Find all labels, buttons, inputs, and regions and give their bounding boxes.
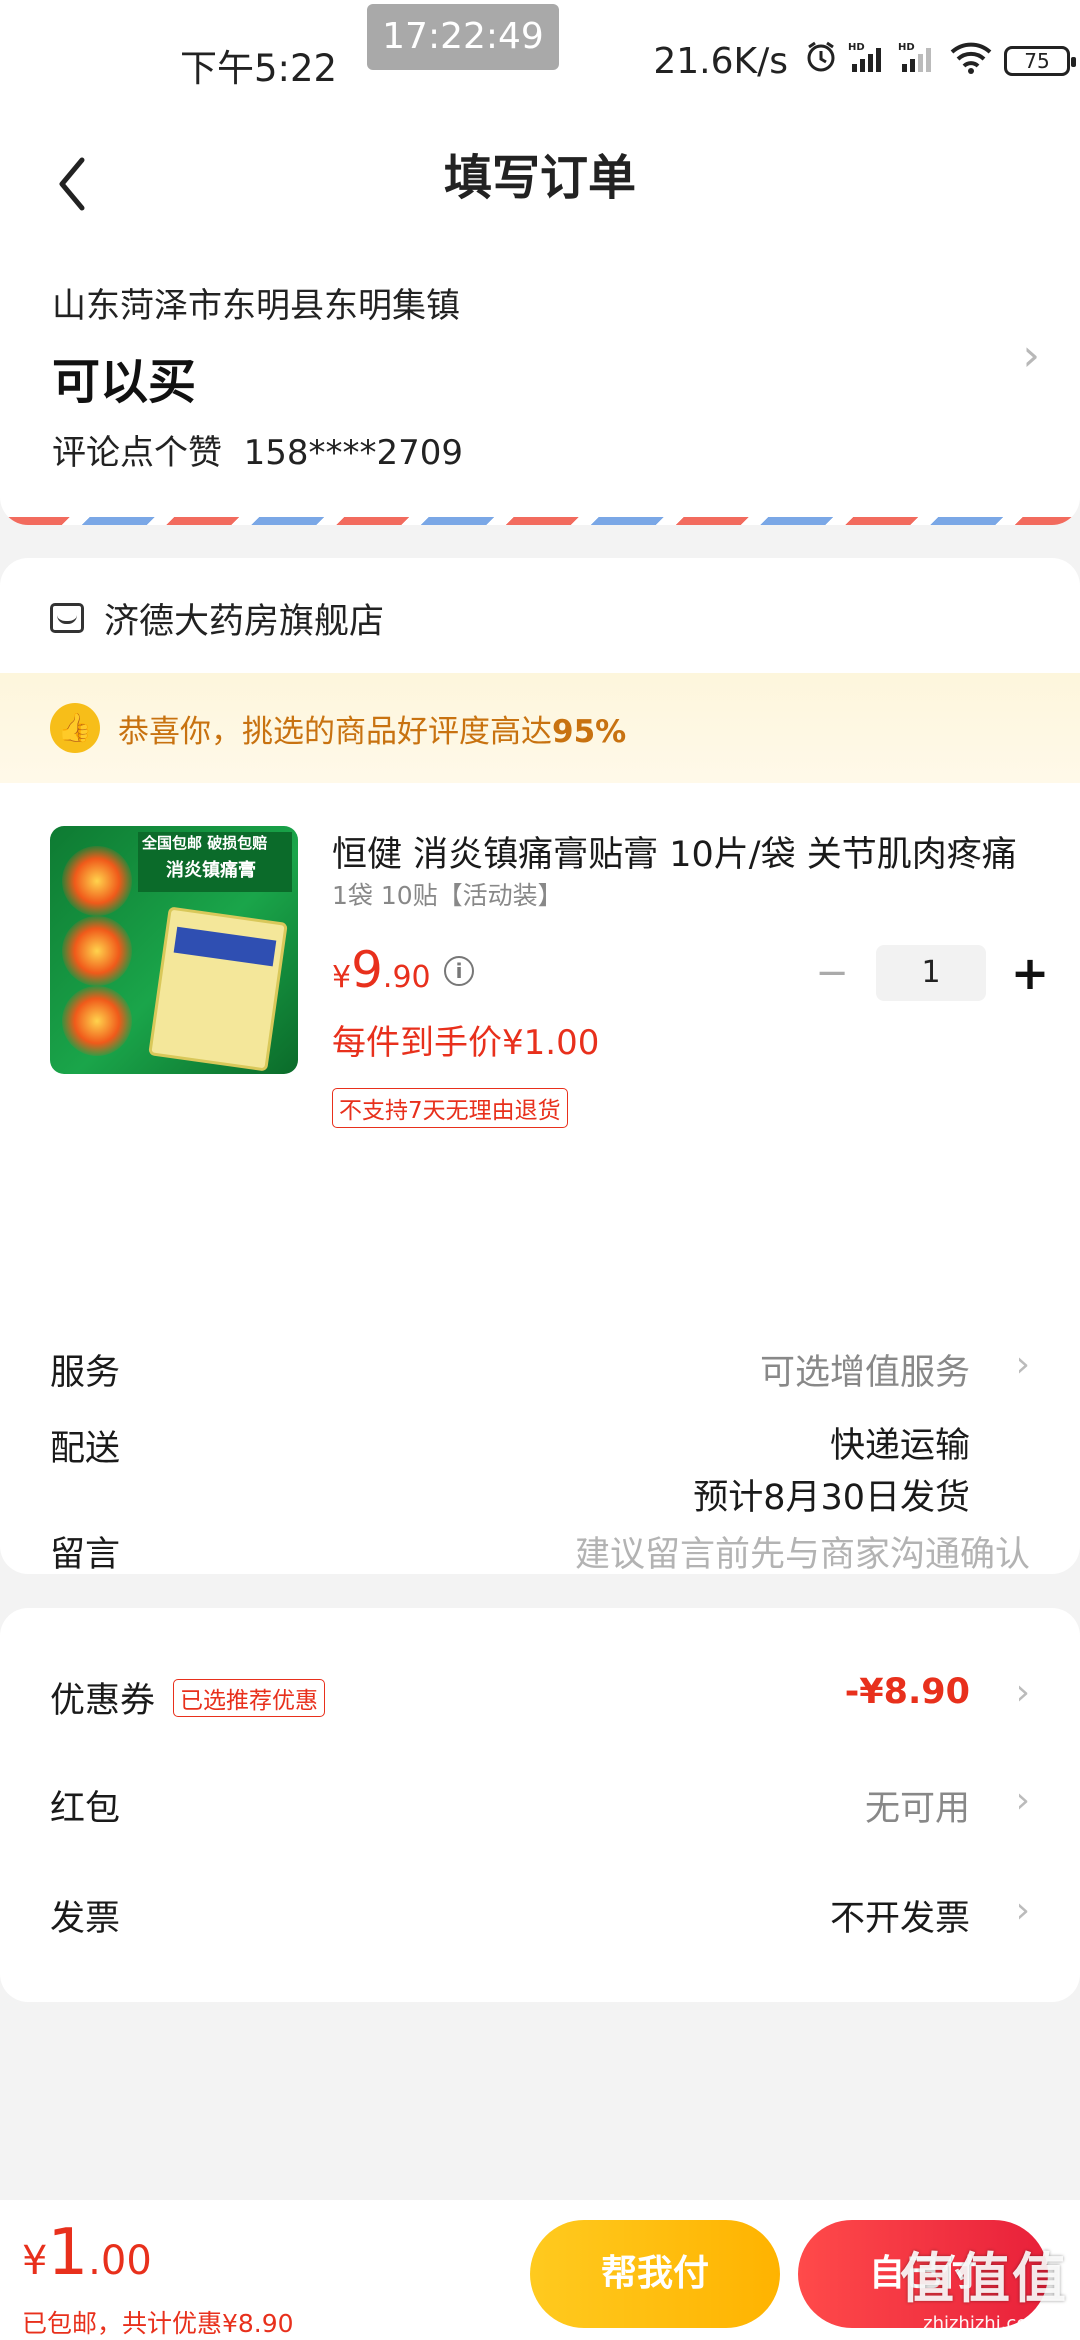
coupon-label: 优惠券 — [50, 1681, 156, 1721]
delivery-label: 配送 — [50, 1429, 121, 1469]
bottom-bar: ¥1.00 已包邮，共计优惠¥8.90 帮我付 自己付 — [0, 2200, 1080, 2340]
product-title[interactable]: 恒健 消炎镇痛膏贴膏 10片/袋 关节肌肉疼痛 — [332, 826, 1032, 877]
product-image[interactable]: 全国包邮 破损包赔 消炎镇痛膏 — [50, 826, 298, 1074]
store-icon — [50, 603, 84, 633]
chevron-right-icon: › — [1015, 1890, 1030, 1931]
message-input[interactable]: 建议留言前先与商家沟通确认 — [575, 1526, 1030, 1574]
minus-icon[interactable]: − — [812, 950, 852, 996]
recipient-name: 可以买 — [52, 354, 197, 410]
alarm-icon — [804, 40, 838, 83]
svg-text:HD: HD — [898, 42, 915, 53]
recipient-contact: 评论点个赞 158****2709 — [52, 425, 463, 474]
coupon-value: -¥8.90 — [844, 1672, 970, 1712]
status-bar: 下午5:22 17:22:49 21.6K/s HD HD 75 — [0, 0, 1080, 120]
service-label: 服务 — [50, 1353, 121, 1393]
screen-clock-chip: 17:22:49 — [367, 4, 559, 70]
chevron-right-icon: › — [1015, 1344, 1030, 1385]
store-name: 济德大药房旗舰店 — [104, 601, 385, 642]
invoice-value: 不开发票 — [829, 1899, 970, 1939]
airmail-stripe — [0, 517, 1080, 525]
delivery-method: 快递运输 — [829, 1426, 970, 1466]
product-spec[interactable]: 1袋 10贴【活动装】 — [332, 876, 563, 912]
product-image-text: 全国包邮 破损包赔 — [142, 834, 268, 852]
order-summary: 已包邮，共计优惠¥8.90 — [22, 2309, 294, 2338]
chevron-right-icon: › — [1015, 1672, 1030, 1713]
product-image-text: 消炎镇痛膏 — [166, 860, 256, 881]
invoice-label: 发票 — [50, 1899, 121, 1939]
coupon-label-wrap: 优惠券 已选推荐优惠 — [50, 1672, 326, 1723]
message-label: 留言 — [50, 1535, 121, 1574]
quantity-value[interactable]: 1 — [876, 945, 986, 1001]
status-icons: 21.6K/s HD HD 75 — [653, 36, 1076, 86]
coupon-tag: 已选推荐优惠 — [173, 1679, 326, 1717]
chevron-right-icon: › — [1015, 1780, 1030, 1821]
info-icon[interactable]: i — [444, 956, 474, 986]
each-price: 每件到手价¥1.00 — [332, 1023, 600, 1063]
discount-card: 优惠券 已选推荐优惠 -¥8.90 › 红包 无可用 › 发票 不开发票 › — [0, 1608, 1080, 2002]
product-image-joint — [62, 986, 132, 1056]
service-value: 可选增值服务 — [759, 1353, 970, 1393]
help-pay-button[interactable]: 帮我付 — [530, 2220, 780, 2328]
product-image-joint — [62, 916, 132, 986]
quantity-stepper: − 1 + — [812, 943, 1050, 1003]
battery-icon: 75 — [1004, 46, 1076, 76]
total-price: ¥1.00 — [22, 2216, 152, 2290]
redpack-label: 红包 — [50, 1789, 121, 1829]
nav-bar: 填写订单 — [0, 120, 1080, 270]
delivery-info: 快递运输 预计8月30日发货 — [693, 1420, 970, 1524]
rating-banner: 👍 恭喜你，挑选的商品好评度高达95% — [0, 673, 1080, 783]
banner-text: 恭喜你，挑选的商品好评度高达95% — [118, 713, 627, 750]
contact-phone: 158****2709 — [243, 433, 464, 473]
address-card[interactable]: 山东菏泽市东明县东明集镇 可以买 评论点个赞 158****2709 › — [0, 270, 1080, 525]
banner-percent: 95% — [552, 713, 627, 750]
contact-name: 评论点个赞 — [52, 433, 222, 473]
product-price: ¥9.90 — [332, 941, 431, 999]
redpack-value: 无可用 — [864, 1789, 970, 1829]
plus-icon[interactable]: + — [1010, 946, 1050, 1000]
status-time: 下午5:22 — [180, 47, 338, 90]
wifi-icon — [948, 40, 994, 83]
address-line: 山东菏泽市东明县东明集镇 — [52, 286, 460, 326]
delivery-row: 配送 快递运输 预计8月30日发货 — [50, 1420, 1030, 1530]
net-speed: 21.6K/s — [653, 40, 788, 82]
chevron-right-icon: › — [1022, 330, 1040, 381]
svg-text:HD: HD — [848, 42, 865, 53]
signal-icon: HD — [848, 40, 888, 83]
self-pay-button[interactable]: 自己付 — [798, 2220, 1048, 2328]
signal-icon: HD — [898, 40, 938, 83]
thumbs-up-icon: 👍 — [50, 703, 100, 753]
page-title: 填写订单 — [443, 150, 636, 206]
product-package — [148, 906, 288, 1072]
product-image-joint — [62, 846, 132, 916]
store-card: 济德大药房旗舰店 👍 恭喜你，挑选的商品好评度高达95% 全国包邮 破损包赔 消… — [0, 558, 1080, 1574]
store-header[interactable]: 济德大药房旗舰店 — [50, 588, 384, 648]
delivery-eta: 预计8月30日发货 — [693, 1478, 970, 1518]
no-return-tag: 不支持7天无理由退货 — [332, 1088, 568, 1128]
